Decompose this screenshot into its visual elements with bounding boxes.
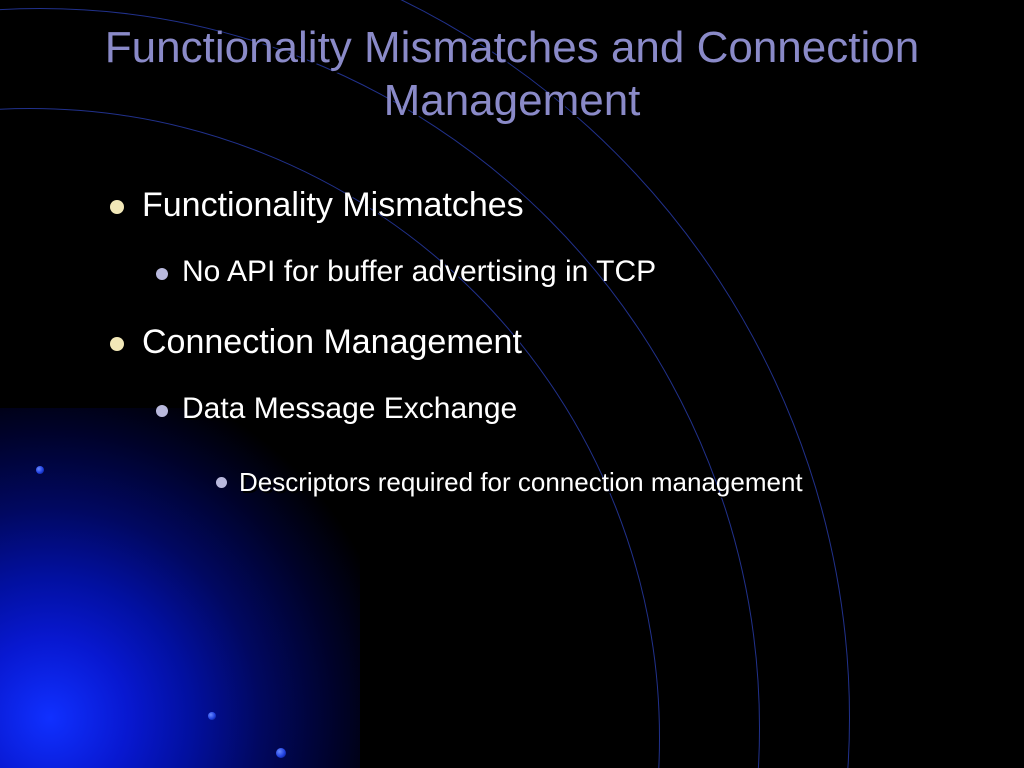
bullet-text: Connection Management — [142, 323, 522, 362]
bullet-icon — [156, 268, 168, 280]
bullet-text: No API for buffer advertising in TCP — [182, 255, 656, 289]
list-item: Functionality Mismatches — [110, 186, 964, 225]
list-item: Connection Management — [110, 323, 964, 362]
slide-content: Functionality Mismatches No API for buff… — [60, 186, 964, 506]
bullet-text: Data Message Exchange — [182, 392, 517, 426]
bullet-text: Functionality Mismatches — [142, 186, 524, 225]
list-item: Data Message Exchange — [156, 392, 964, 426]
bullet-icon — [110, 337, 124, 351]
list-item: No API for buffer advertising in TCP — [156, 255, 964, 289]
bullet-text: Descriptors required for connection mana… — [239, 460, 803, 506]
bullet-icon — [110, 200, 124, 214]
slide: Functionality Mismatches and Connection … — [0, 0, 1024, 768]
slide-title: Functionality Mismatches and Connection … — [60, 22, 964, 128]
bullet-icon — [156, 405, 168, 417]
list-item: Descriptors required for connection mana… — [216, 460, 856, 506]
bullet-icon — [216, 477, 227, 488]
